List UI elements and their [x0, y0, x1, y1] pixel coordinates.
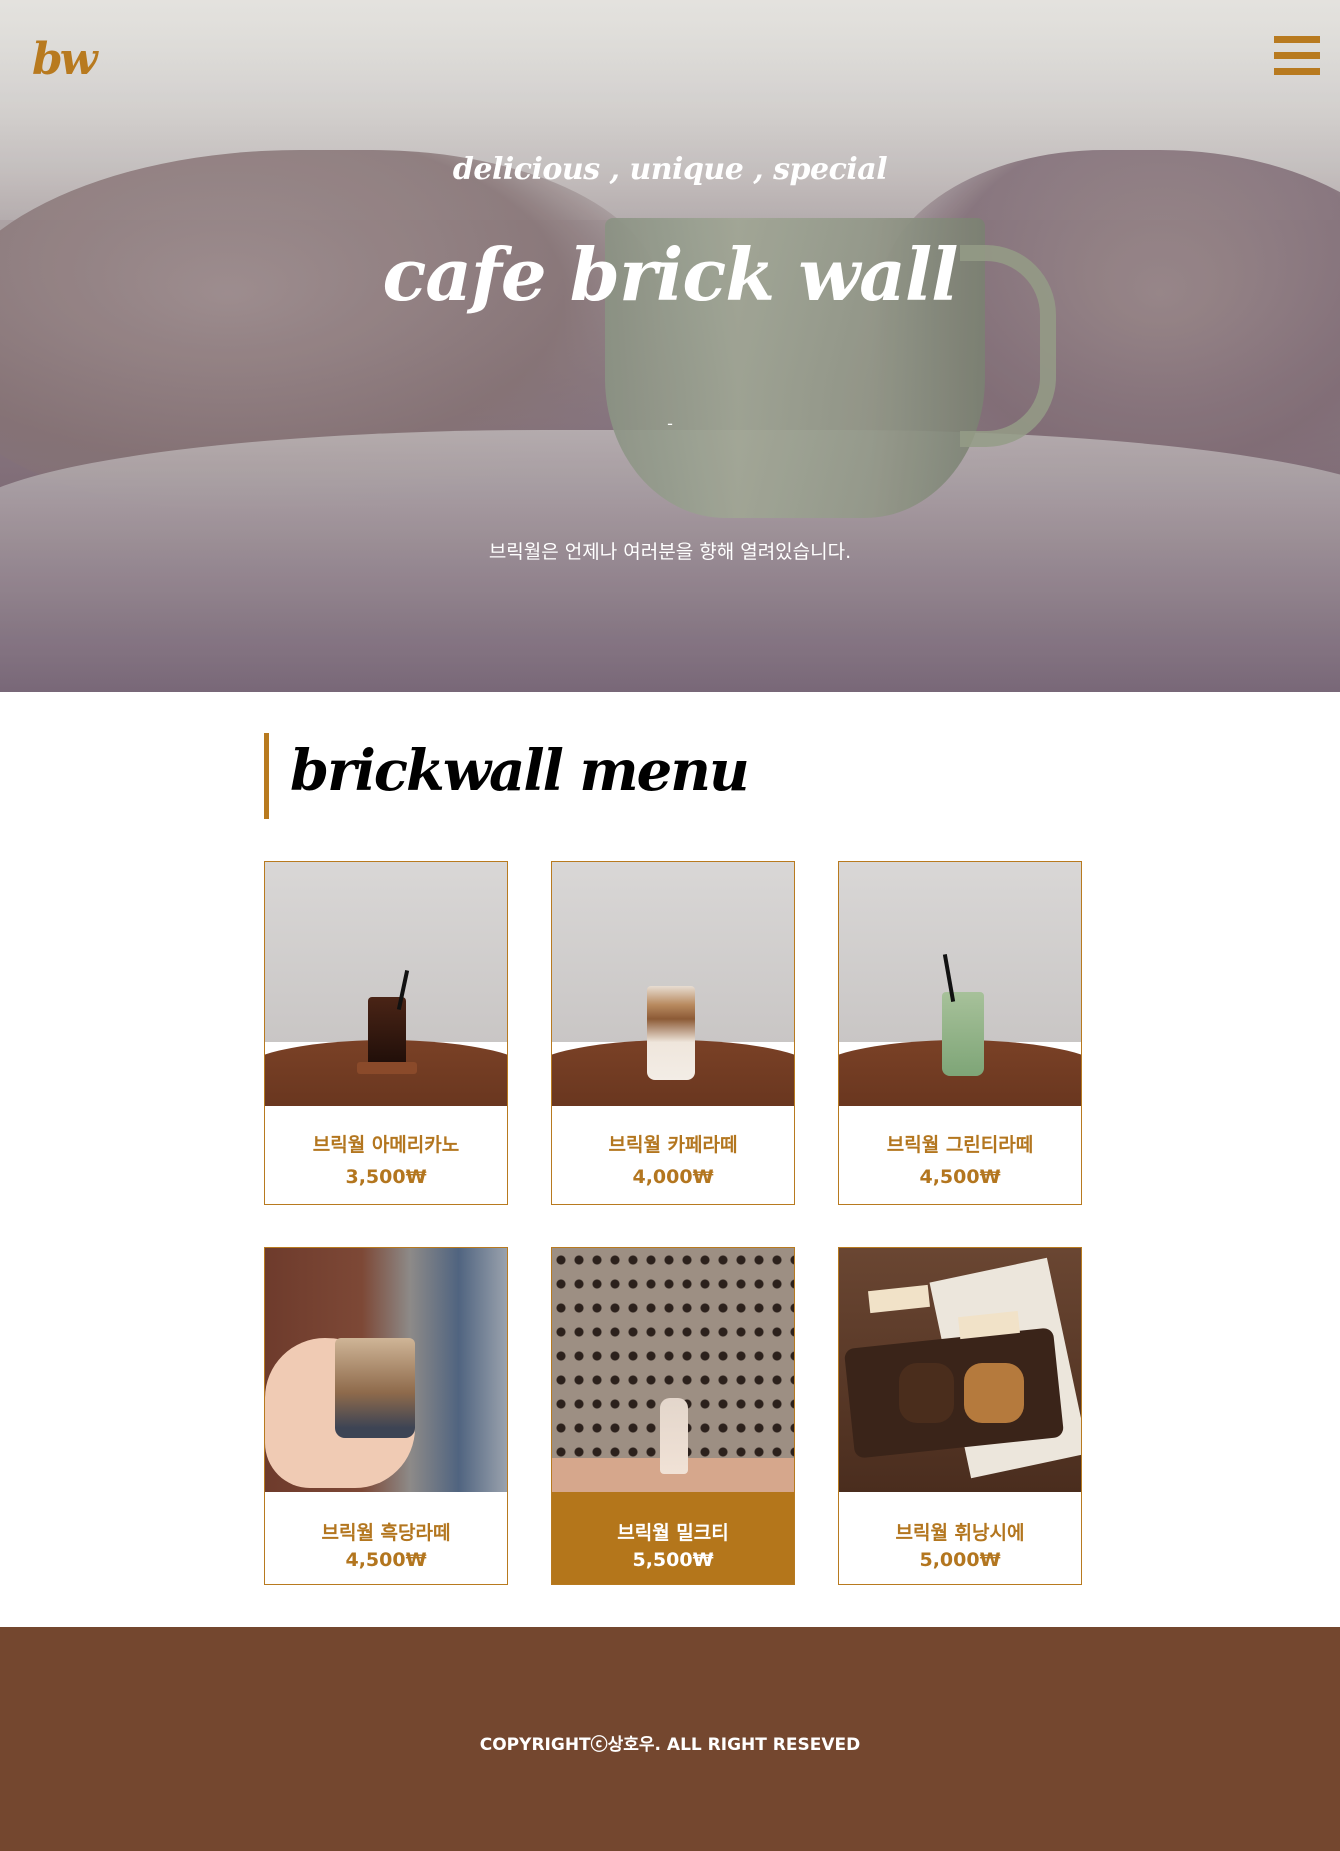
menu-item-price: 3,500₩	[345, 1166, 427, 1188]
menu-card-americano[interactable]: 브릭월 아메리카노 3,500₩	[264, 861, 508, 1205]
brown-sugar-latte-photo	[265, 1248, 507, 1492]
menu-item-name: 브릭월 흑당라떼	[321, 1522, 451, 1544]
menu-item-price: 5,000₩	[919, 1549, 1001, 1571]
hero-dash: -	[667, 414, 673, 433]
menu-card-greentea-latte[interactable]: 브릭월 그린티라떼 4,500₩	[838, 861, 1082, 1205]
menu-item-price: 4,000₩	[632, 1166, 714, 1188]
hamburger-bar	[1274, 52, 1320, 59]
milk-tea-photo	[552, 1248, 794, 1492]
menu-item-price: 4,500₩	[919, 1166, 1001, 1188]
menu-section-title: brickwall menu	[290, 738, 750, 804]
footer-copyright: COPYRIGHTⓒ상호우. ALL RIGHT RESEVED	[479, 1735, 861, 1755]
greentea-latte-photo	[839, 862, 1081, 1106]
hero-overlay	[0, 0, 1340, 692]
hero-tagline: delicious , unique , special	[452, 152, 888, 187]
hamburger-icon[interactable]	[1274, 36, 1320, 76]
menu-item-price: 5,500₩	[632, 1549, 714, 1571]
site-logo[interactable]: bw	[32, 34, 98, 85]
cafe-latte-photo	[552, 862, 794, 1106]
menu-card-milk-tea[interactable]: 브릭월 밀크티 5,500₩	[551, 1247, 795, 1585]
menu-item-name: 브릭월 아메리카노	[312, 1134, 460, 1156]
hero-banner	[0, 0, 1340, 692]
menu-item-price: 4,500₩	[345, 1549, 427, 1571]
americano-photo	[265, 862, 507, 1106]
menu-item-name: 브릭월 휘낭시에	[895, 1522, 1025, 1544]
menu-item-name: 브릭월 밀크티	[617, 1522, 729, 1544]
menu-card-brown-sugar-latte[interactable]: 브릭월 흑당라떼 4,500₩	[264, 1247, 508, 1585]
hamburger-bar	[1274, 68, 1320, 75]
menu-item-name: 브릭월 카페라떼	[608, 1134, 738, 1156]
menu-item-name: 브릭월 그린티라떼	[886, 1134, 1034, 1156]
menu-card-cafe-latte[interactable]: 브릭월 카페라떼 4,000₩	[551, 861, 795, 1205]
hero-subtitle: 브릭월은 언제나 여러분을 향해 열려있습니다.	[488, 541, 852, 563]
section-title-accent-bar	[264, 733, 269, 819]
hero-title: cafe brick wall	[382, 232, 958, 317]
financier-photo	[839, 1248, 1081, 1492]
menu-card-financier[interactable]: 브릭월 휘낭시에 5,000₩	[838, 1247, 1082, 1585]
hamburger-bar	[1274, 36, 1320, 43]
